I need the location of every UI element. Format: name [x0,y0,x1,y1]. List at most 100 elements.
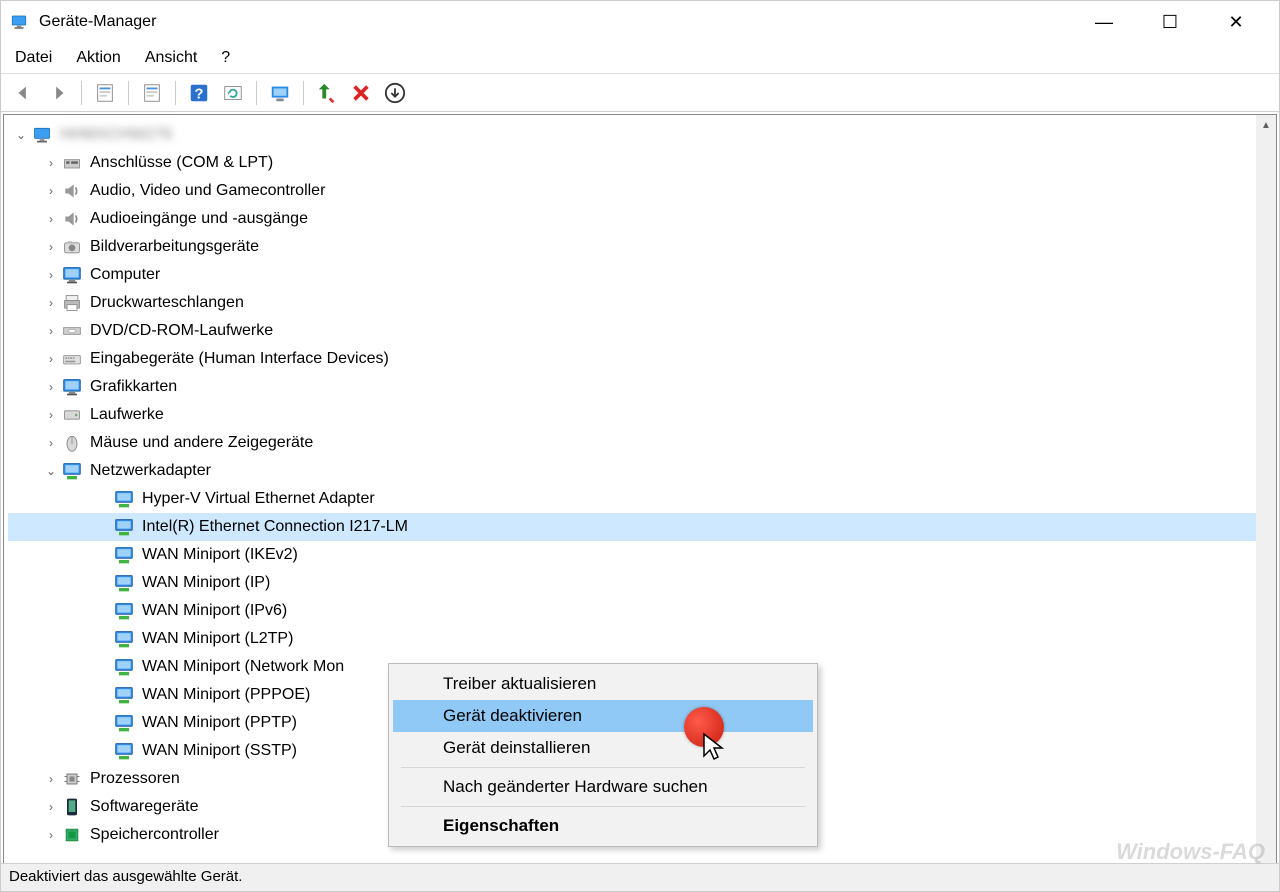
computer-icon [30,124,54,146]
app-icon [9,12,29,32]
expand-icon[interactable]: › [42,765,60,793]
network-icon [112,600,136,622]
network-icon [112,544,136,566]
back-button[interactable] [9,79,39,107]
menu-view[interactable]: Ansicht [145,49,197,67]
expand-icon[interactable]: › [42,261,60,289]
toolbar-separator [128,81,129,105]
uninstall-device-button[interactable] [312,79,342,107]
menu-separator [401,806,805,807]
tree-category-hid[interactable]: ›Eingabegeräte (Human Interface Devices) [8,345,1272,373]
toolbar [1,74,1279,112]
printer-icon [60,292,84,314]
show-hide-console-button[interactable] [90,79,120,107]
network-icon [112,740,136,762]
disable-button[interactable] [380,79,410,107]
monitor-icon [60,376,84,398]
context-scan-hardware[interactable]: Nach geänderter Hardware suchen [393,771,813,803]
keyboard-icon [60,348,84,370]
status-text: Deaktiviert das ausgewählte Gerät. [9,868,242,885]
tree-category-dvdcd[interactable]: ›DVD/CD-ROM-Laufwerke [8,317,1272,345]
delete-button[interactable] [346,79,376,107]
tree-category-audio-io[interactable]: ›Audioeingänge und -ausgänge [8,205,1272,233]
tree-category-audio-video[interactable]: ›Audio, Video und Gamecontroller [8,177,1272,205]
tree-category-drives[interactable]: ›Laufwerke [8,401,1272,429]
speaker-icon [60,180,84,202]
collapse-icon[interactable]: ⌄ [42,457,60,485]
toolbar-separator [256,81,257,105]
chip-icon [60,824,84,846]
tree-device[interactable]: WAN Miniport (IP) [8,569,1272,597]
scan-hardware-button[interactable] [218,79,248,107]
cursor-icon [702,732,726,762]
expand-icon[interactable]: › [42,149,60,177]
menu-help[interactable]: ? [221,49,230,67]
expand-icon[interactable]: › [42,205,60,233]
expand-icon[interactable]: › [42,345,60,373]
expand-icon[interactable]: › [42,317,60,345]
tree-category-imaging[interactable]: ›Bildverarbeitungsgeräte [8,233,1272,261]
watermark: Windows-FAQ [1116,839,1265,865]
expand-icon[interactable]: › [42,401,60,429]
tree-device[interactable]: WAN Miniport (IPv6) [8,597,1272,625]
network-icon [112,684,136,706]
speaker-icon [60,208,84,230]
tree-device[interactable]: WAN Miniport (IKEv2) [8,541,1272,569]
title-bar: Geräte-Manager — ☐ ✕ [1,1,1279,43]
toolbar-separator [81,81,82,105]
network-icon [112,712,136,734]
maximize-button[interactable]: ☐ [1155,12,1185,33]
menu-action[interactable]: Aktion [76,49,120,67]
network-icon [112,516,136,538]
minimize-button[interactable]: — [1089,12,1119,33]
disc-icon [60,320,84,342]
tree-device-selected[interactable]: Intel(R) Ethernet Connection I217-LM [8,513,1272,541]
tree-root[interactable]: ⌄ HHMXCHW276 [8,121,1272,149]
expand-icon[interactable]: › [42,289,60,317]
tree-device[interactable]: Hyper-V Virtual Ethernet Adapter [8,485,1272,513]
properties-button[interactable] [137,79,167,107]
camera-icon [60,236,84,258]
tree-category-graphics[interactable]: ›Grafikkarten [8,373,1272,401]
help-button[interactable] [184,79,214,107]
toolbar-separator [303,81,304,105]
expand-icon[interactable]: › [42,821,60,849]
tree-category-network[interactable]: ⌄Netzwerkadapter [8,457,1272,485]
scroll-up-icon[interactable]: ▲ [1256,115,1276,135]
context-properties[interactable]: Eigenschaften [393,810,813,842]
context-disable-device[interactable]: Gerät deaktivieren [393,700,813,732]
menu-separator [401,767,805,768]
tree-category-print-queues[interactable]: ›Druckwarteschlangen [8,289,1272,317]
vertical-scrollbar[interactable]: ▲ ▼ [1256,115,1276,885]
menu-bar: Datei Aktion Ansicht ? [1,43,1279,74]
tree-category-ports[interactable]: ›Anschlüsse (COM & LPT) [8,149,1272,177]
cpu-icon [60,768,84,790]
context-menu: Treiber aktualisieren Gerät deaktivieren… [388,663,818,847]
forward-button[interactable] [43,79,73,107]
context-update-driver[interactable]: Treiber aktualisieren [393,668,813,700]
collapse-icon[interactable]: ⌄ [12,121,30,149]
root-label: HHMXCHW276 [60,121,172,149]
update-driver-button[interactable] [265,79,295,107]
window-title: Geräte-Manager [39,13,156,31]
tree-device[interactable]: WAN Miniport (L2TP) [8,625,1272,653]
tree-category-mice[interactable]: ›Mäuse und andere Zeigegeräte [8,429,1272,457]
expand-icon[interactable]: › [42,793,60,821]
tree-category-computer[interactable]: ›Computer [8,261,1272,289]
port-icon [60,152,84,174]
close-button[interactable]: ✕ [1221,12,1251,33]
drive-icon [60,404,84,426]
toolbar-separator [175,81,176,105]
network-icon [112,572,136,594]
mouse-icon [60,432,84,454]
context-uninstall-device[interactable]: Gerät deinstallieren [393,732,813,764]
device-tree-panel: ⌄ HHMXCHW276 ›Anschlüsse (COM & LPT) ›Au… [3,114,1277,886]
network-icon [60,460,84,482]
expand-icon[interactable]: › [42,429,60,457]
software-device-icon [60,796,84,818]
menu-file[interactable]: Datei [15,49,52,67]
expand-icon[interactable]: › [42,233,60,261]
expand-icon[interactable]: › [42,373,60,401]
expand-icon[interactable]: › [42,177,60,205]
network-icon [112,656,136,678]
